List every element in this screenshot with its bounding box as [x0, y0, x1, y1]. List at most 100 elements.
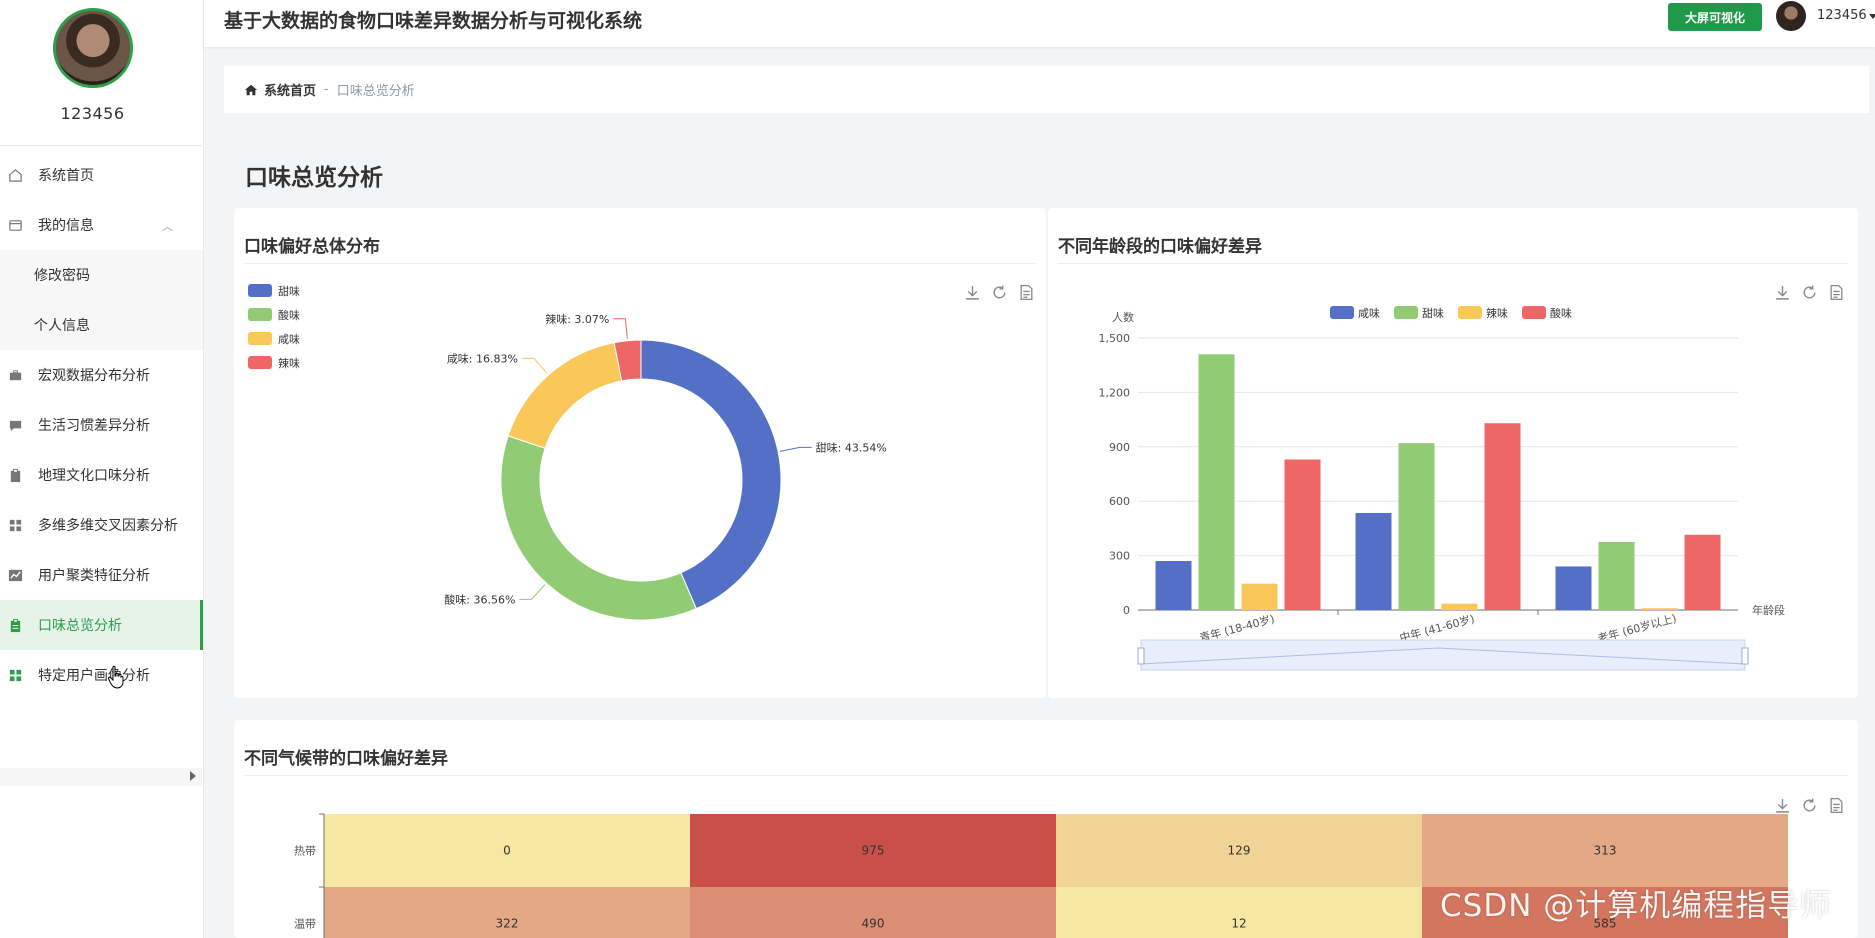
pie-label: 辣味: 3.07%	[545, 312, 609, 326]
y-tick-label: 0	[1123, 604, 1130, 617]
sidebar-item-label: 多维多维交叉因素分析	[38, 518, 178, 534]
sidebar-menu: 系统首页 我的信息 ︿ 修改密码 个人信息 宏观数据分布分析 生活习惯差异分析 …	[0, 150, 203, 700]
bar	[1155, 561, 1192, 610]
heatmap-cell-value: 313	[1594, 844, 1617, 858]
legend-label: 辣味	[278, 356, 300, 370]
legend-label: 酸味	[1550, 306, 1572, 320]
sidebar-item-personal-info[interactable]: 个人信息	[0, 300, 203, 350]
pie-slice	[500, 435, 697, 621]
chevron-up-icon: ︿	[162, 220, 173, 233]
bar-chart-card: 不同年龄段的口味偏好差异 咸味 甜味 辣味 酸味 人数 0 300 600 900 1,200 1,…	[1048, 208, 1858, 698]
bar	[1398, 443, 1435, 610]
legend-label: 甜味	[1422, 307, 1444, 320]
avatar[interactable]	[53, 8, 133, 88]
pie-label-line	[779, 446, 812, 452]
sidebar-collapse-button[interactable]	[0, 768, 202, 786]
home-icon	[6, 166, 24, 184]
top-header: 基于大数据的食物口味差异数据分析与可视化系统 大屏可视化 123456	[204, 0, 1875, 47]
breadcrumb-current: 口味总览分析	[336, 84, 415, 99]
sidebar-item-label: 宏观数据分布分析	[38, 368, 150, 384]
bar	[1684, 534, 1721, 610]
sidebar-item-label: 地理文化口味分析	[38, 468, 150, 484]
bar	[1241, 583, 1278, 610]
card-icon	[6, 216, 24, 234]
sidebar-item-cross-analysis[interactable]: 多维多维交叉因素分析	[0, 500, 203, 550]
sidebar: 123456 系统首页 我的信息 ︿ 修改密码 个人信息 宏观数据分布分析 生活…	[0, 0, 204, 938]
sidebar-item-label: 系统首页	[38, 168, 94, 184]
breadcrumb-separator: -	[324, 82, 329, 97]
heatmap-cell-value: 0	[503, 844, 511, 858]
legend-label: 咸味	[278, 333, 300, 346]
sidebar-item-label: 用户聚类特征分析	[38, 568, 150, 584]
legend-swatch	[1394, 306, 1418, 319]
legend-swatch	[1522, 306, 1546, 319]
home-icon	[244, 84, 258, 95]
pie-label-line	[521, 357, 548, 374]
bar	[1598, 542, 1635, 610]
sidebar-username: 123456	[60, 104, 125, 123]
y-tick-label: 300	[1109, 550, 1130, 563]
legend-swatch	[248, 332, 272, 345]
y-axis-label: 人数	[1112, 311, 1134, 324]
sidebar-item-macro-analysis[interactable]: 宏观数据分布分析	[0, 350, 203, 400]
sidebar-item-label: 特定用户画像分析	[38, 668, 150, 684]
sidebar-item-label: 个人信息	[34, 318, 90, 334]
hand-cursor-icon	[107, 665, 124, 689]
caret-right-icon	[190, 771, 196, 781]
breadcrumb-home-label: 系统首页	[264, 84, 317, 99]
pie-label-line	[613, 318, 628, 339]
chart-icon	[6, 566, 24, 584]
sidebar-item-change-password[interactable]: 修改密码	[0, 250, 203, 300]
pie-label: 酸味: 36.56%	[444, 592, 515, 606]
legend-swatch	[248, 308, 272, 321]
heatmap-cell-value: 490	[862, 917, 885, 931]
sidebar-item-label: 生活习惯差异分析	[38, 418, 150, 434]
app-title: 基于大数据的食物口味差异数据分析与可视化系统	[224, 10, 643, 32]
zoom-handle-left	[1137, 647, 1145, 665]
chat-icon	[6, 416, 24, 434]
pie-label: 咸味: 16.83%	[447, 352, 518, 365]
briefcase-icon	[6, 366, 24, 384]
y-tick-label: 1,200	[1099, 386, 1131, 399]
row-label: 温带	[294, 918, 316, 931]
grid-icon	[6, 516, 24, 534]
legend-label: 辣味	[1486, 306, 1508, 320]
sidebar-item-my-info[interactable]: 我的信息 ︿	[0, 200, 203, 250]
watermark: CSDN @计算机编程指导师	[1440, 888, 1832, 924]
legend-label: 甜味	[278, 285, 300, 298]
zoom-handle-right	[1741, 647, 1749, 665]
caret-down-icon[interactable]	[1869, 14, 1875, 19]
sidebar-item-label: 修改密码	[34, 268, 90, 284]
bar	[1441, 603, 1478, 610]
header-username[interactable]: 123456	[1817, 8, 1867, 23]
sidebar-item-taste-overview[interactable]: 口味总览分析	[0, 600, 203, 650]
pie-slice	[640, 339, 782, 610]
page-title: 口味总览分析	[245, 165, 383, 191]
y-tick-label: 900	[1109, 441, 1130, 454]
divider	[0, 145, 202, 146]
pie-label: 甜味: 43.54%	[816, 441, 887, 454]
sidebar-item-home[interactable]: 系统首页	[0, 150, 203, 200]
sidebar-item-label: 我的信息	[38, 218, 94, 234]
x-axis-label: 年龄段	[1752, 603, 1785, 617]
bar	[1198, 354, 1235, 610]
legend-label: 酸味	[278, 308, 300, 322]
pie-label-line	[519, 584, 546, 600]
heatmap-cell-value: 322	[496, 917, 519, 931]
pie-chart: 甜味酸味咸味辣味甜味: 43.54% 酸味: 36.56% 咸味: 16.83% 辣味…	[248, 284, 887, 621]
sidebar-item-cluster-analysis[interactable]: 用户聚类特征分析	[0, 550, 203, 600]
bar-chart: 咸味 甜味 辣味 酸味人数03006009001,2001,500年龄段青年 (18-…	[1099, 306, 1785, 671]
legend-swatch	[1330, 306, 1354, 319]
bar	[1641, 608, 1678, 610]
avatar[interactable]	[1776, 1, 1806, 31]
sidebar-item-geo-analysis[interactable]: 地理文化口味分析	[0, 450, 203, 500]
row-label: 热带	[294, 845, 316, 858]
sidebar-item-user-profile[interactable]: 特定用户画像分析	[0, 650, 203, 700]
sidebar-item-lifestyle-analysis[interactable]: 生活习惯差异分析	[0, 400, 203, 450]
bigscreen-button[interactable]: 大屏可视化	[1668, 3, 1762, 31]
breadcrumb: 系统首页 - 口味总览分析	[224, 66, 1869, 113]
heatmap-cell-value: 12	[1231, 917, 1246, 931]
breadcrumb-home[interactable]: 系统首页	[244, 80, 316, 99]
bar	[1284, 459, 1321, 610]
sidebar-item-label: 口味总览分析	[38, 618, 122, 634]
